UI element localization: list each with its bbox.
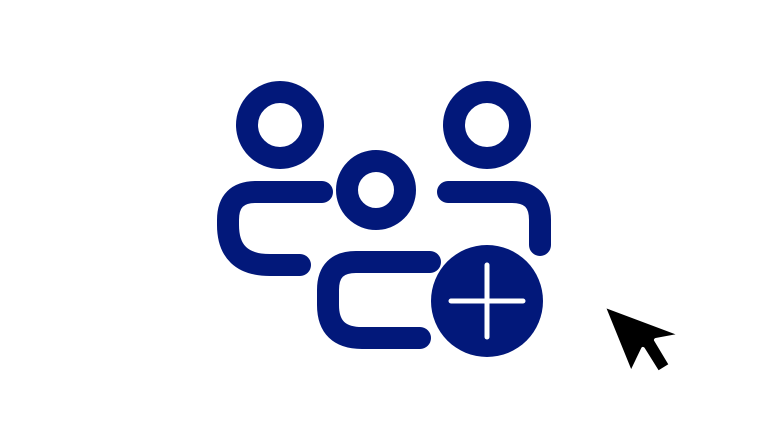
person-middle-body [317, 251, 441, 349]
canvas [0, 0, 768, 432]
person-middle-head [336, 150, 416, 230]
person-right-head [443, 81, 531, 169]
add-group-button[interactable] [0, 0, 768, 432]
person-left-head [236, 81, 324, 169]
person-right-body [437, 181, 551, 256]
add-group-icon [217, 81, 551, 357]
person-left-body [217, 181, 333, 276]
